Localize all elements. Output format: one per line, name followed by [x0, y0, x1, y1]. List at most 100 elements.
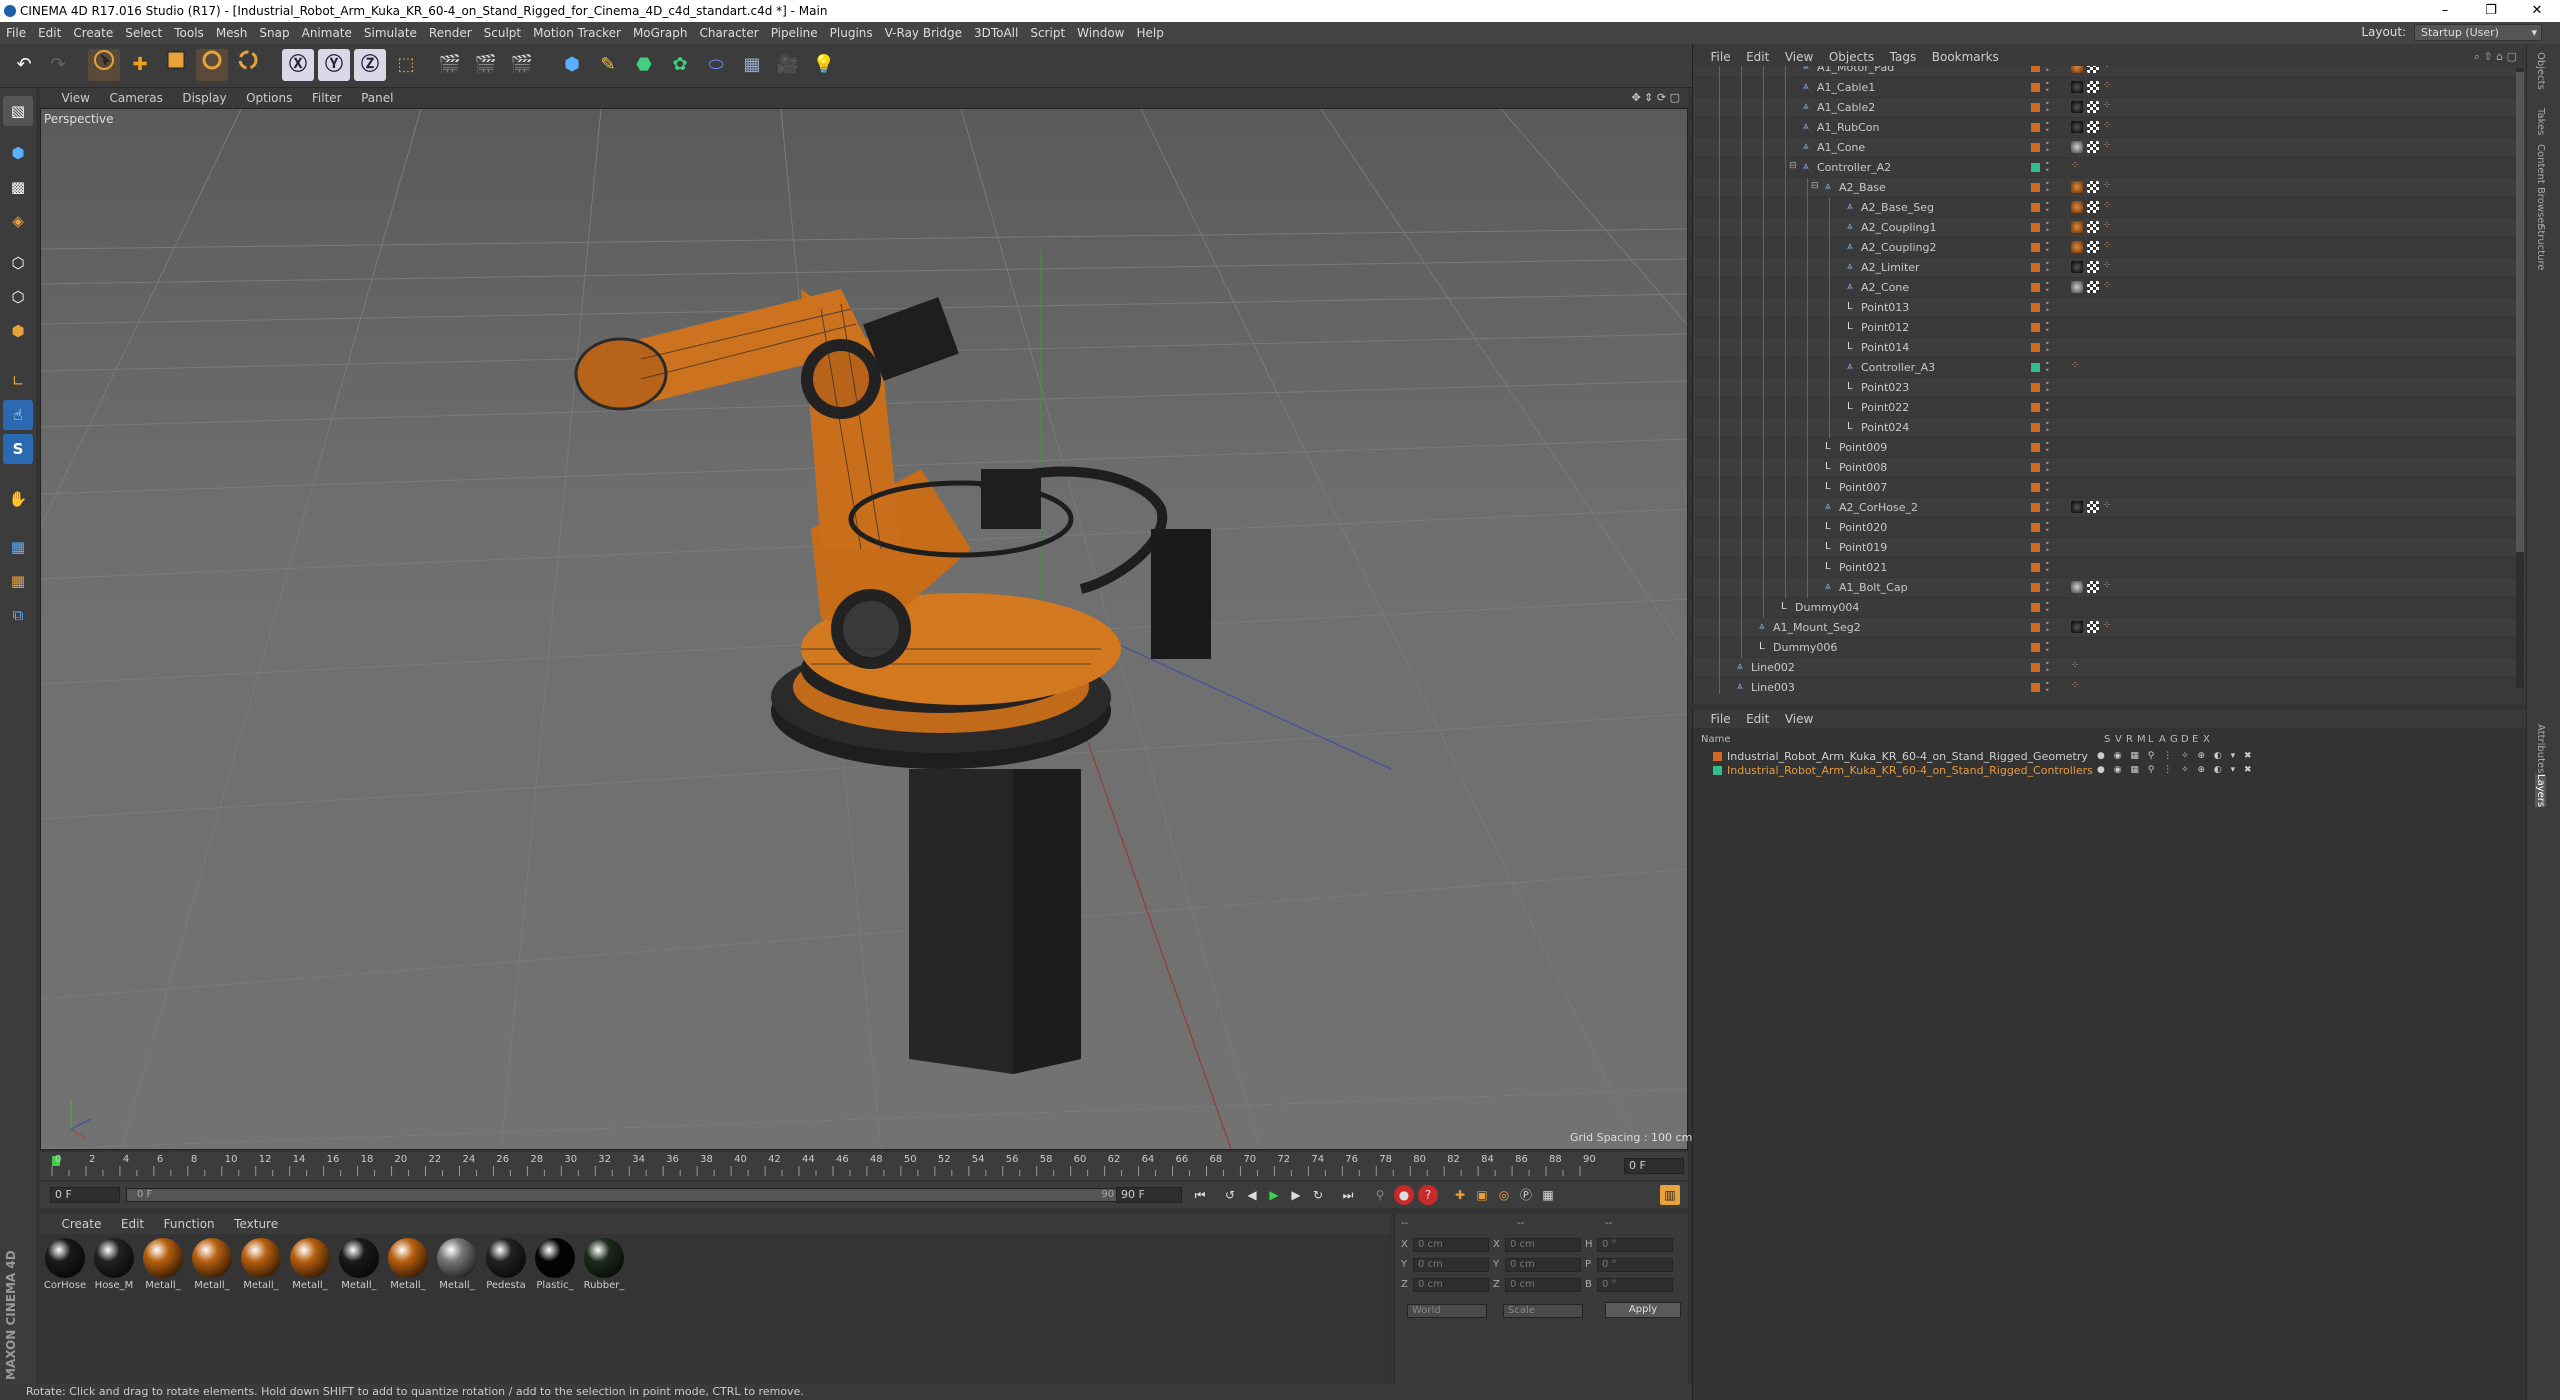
layer-color-swatch[interactable]: [2031, 643, 2040, 652]
layer-name[interactable]: Industrial_Robot_Arm_Kuka_KR_60-4_on_Sta…: [1727, 764, 2093, 777]
previous-key-icon[interactable]: ↺: [1220, 1185, 1240, 1205]
material-tag-icon[interactable]: [2071, 201, 2083, 213]
coord-rotation-axis-field[interactable]: 0 °: [1597, 1238, 1673, 1252]
material-tag-icon[interactable]: [2071, 181, 2083, 193]
visibility-dots-icon[interactable]: ••: [2045, 220, 2050, 235]
visibility-dots-icon[interactable]: ••: [2045, 640, 2050, 655]
object-row[interactable]: ⩓ A2_Base_Seg • • ⁘: [1693, 198, 2527, 218]
visibility-dots-icon[interactable]: ••: [2045, 200, 2050, 215]
layer-column-m[interactable]: M: [2137, 734, 2146, 745]
material-swatch[interactable]: Metall_: [434, 1238, 480, 1298]
texture-tag-icon[interactable]: [2087, 621, 2099, 633]
selection-tag-icon[interactable]: ⁘: [2071, 660, 2079, 671]
layer-color-swatch[interactable]: [2031, 483, 2040, 492]
visibility-dots-icon[interactable]: ••: [2045, 600, 2050, 615]
object-name[interactable]: Point008: [1839, 461, 1887, 474]
redo-icon[interactable]: ↷: [42, 49, 74, 81]
object-row[interactable]: ⩓ A2_CorHose_2 • • ⁘: [1693, 498, 2527, 518]
material-tag-icon[interactable]: [2071, 121, 2083, 133]
viewport-menu-cameras[interactable]: Cameras: [101, 88, 170, 108]
object-name[interactable]: Point020: [1839, 521, 1887, 534]
layer-column-x[interactable]: X: [2203, 734, 2210, 745]
lock-workplane-icon[interactable]: ▦: [3, 532, 33, 562]
object-name[interactable]: A2_Cone: [1861, 281, 1909, 294]
layer-color-swatch[interactable]: [2031, 663, 2040, 672]
visibility-dots-icon[interactable]: ••: [2045, 440, 2050, 455]
menu-pipeline[interactable]: Pipeline: [765, 22, 824, 44]
menu-render[interactable]: Render: [423, 22, 478, 44]
layer-column-v[interactable]: V: [2115, 734, 2122, 745]
menu-snap[interactable]: Snap: [253, 22, 295, 44]
material-tag-icon[interactable]: [2071, 81, 2083, 93]
selection-tag-icon[interactable]: ⁘: [2071, 680, 2079, 691]
object-name[interactable]: Point013: [1861, 301, 1909, 314]
recent-tools-icon[interactable]: [232, 49, 264, 81]
go-to-start-icon[interactable]: ⏮: [1190, 1185, 1210, 1205]
visibility-dots-icon[interactable]: ••: [2045, 320, 2050, 335]
layer-color-swatch[interactable]: [2031, 463, 2040, 472]
layer-color-swatch[interactable]: [2031, 203, 2040, 212]
material-swatch[interactable]: CorHose: [42, 1238, 88, 1298]
object-name[interactable]: A1_Cable1: [1817, 81, 1875, 94]
previous-frame-icon[interactable]: ◀: [1242, 1185, 1262, 1205]
floor-icon[interactable]: ▦: [736, 49, 768, 81]
key-position-icon[interactable]: ✚: [1450, 1185, 1470, 1205]
current-frame-field[interactable]: 0 F: [1624, 1158, 1684, 1174]
selection-tag-icon[interactable]: ⁘: [2103, 140, 2111, 151]
visibility-dots-icon[interactable]: ••: [2045, 680, 2050, 695]
material-tag-icon[interactable]: [2071, 221, 2083, 233]
visibility-dots-icon[interactable]: ••: [2045, 66, 2050, 75]
tab-layers[interactable]: Layers: [2535, 774, 2546, 808]
visibility-dots-icon[interactable]: ••: [2045, 280, 2050, 295]
object-name[interactable]: Line003: [1751, 681, 1795, 694]
tweak-mode-icon[interactable]: ☝: [3, 400, 33, 430]
material-swatch[interactable]: Metall_: [238, 1238, 284, 1298]
visibility-dots-icon[interactable]: ••: [2045, 180, 2050, 195]
close-button[interactable]: ✕: [2514, 0, 2560, 22]
next-frame-icon[interactable]: ▶: [1286, 1185, 1306, 1205]
object-name[interactable]: Point014: [1861, 341, 1909, 354]
texture-tag-icon[interactable]: [2087, 501, 2099, 513]
layer-color-swatch[interactable]: [2031, 403, 2040, 412]
object-name[interactable]: Dummy004: [1795, 601, 1859, 614]
layer-column-g[interactable]: G: [2170, 734, 2178, 745]
selection-tag-icon[interactable]: ⁘: [2103, 580, 2111, 591]
object-row[interactable]: L Point013 • •: [1693, 298, 2527, 318]
menu-tools[interactable]: Tools: [168, 22, 210, 44]
object-name[interactable]: A1_Motor_Pad: [1817, 66, 1894, 74]
layer-color-swatch[interactable]: [2031, 243, 2040, 252]
menu-file[interactable]: File: [0, 22, 32, 44]
layer-color-swatch[interactable]: [2031, 183, 2040, 192]
z-axis-lock-icon[interactable]: Ⓩ: [354, 49, 386, 81]
y-axis-lock-icon[interactable]: Ⓨ: [318, 49, 350, 81]
layer-column-r[interactable]: R: [2126, 734, 2133, 745]
visibility-dots-icon[interactable]: ••: [2045, 560, 2050, 575]
collapse-icon[interactable]: ⊟: [1789, 161, 1797, 171]
viewport-menu-filter[interactable]: Filter: [304, 88, 350, 108]
object-name[interactable]: Point007: [1839, 481, 1887, 494]
object-row[interactable]: L Point009 • •: [1693, 438, 2527, 458]
start-frame-field[interactable]: 0 F: [50, 1187, 120, 1203]
coord-rotation-axis-field[interactable]: 0 °: [1597, 1258, 1673, 1272]
layer-color-swatch[interactable]: [2031, 423, 2040, 432]
layer-row[interactable]: Industrial_Robot_Arm_Kuka_KR_60-4_on_Sta…: [1693, 750, 2527, 763]
workplane-mode-icon[interactable]: ◈: [3, 206, 33, 236]
tab-attributes[interactable]: Attributes: [2535, 724, 2546, 773]
snap-icon[interactable]: S: [3, 434, 33, 464]
tab-content-browser[interactable]: Content Browser: [2535, 144, 2546, 227]
object-row[interactable]: L Point019 • •: [1693, 538, 2527, 558]
material-tag-icon[interactable]: [2071, 101, 2083, 113]
visibility-dots-icon[interactable]: ••: [2045, 620, 2050, 635]
material-swatch[interactable]: Metall_: [385, 1238, 431, 1298]
coord-position-axis-field[interactable]: 0 cm: [1413, 1258, 1489, 1272]
selection-tag-icon[interactable]: ⁘: [2103, 80, 2111, 91]
object-row[interactable]: ⊟ ⩓ Controller_A2 • • ⁘: [1693, 158, 2527, 178]
obj-menu-edit[interactable]: Edit: [1740, 48, 1775, 66]
visibility-dots-icon[interactable]: ••: [2045, 500, 2050, 515]
visibility-dots-icon[interactable]: ••: [2045, 420, 2050, 435]
layer-color-swatch[interactable]: [2031, 623, 2040, 632]
texture-mode-icon[interactable]: ▩: [3, 172, 33, 202]
model-mode-icon[interactable]: ⬢: [3, 138, 33, 168]
viewport-menu-view[interactable]: View: [54, 88, 98, 108]
material-swatch[interactable]: Metall_: [287, 1238, 333, 1298]
